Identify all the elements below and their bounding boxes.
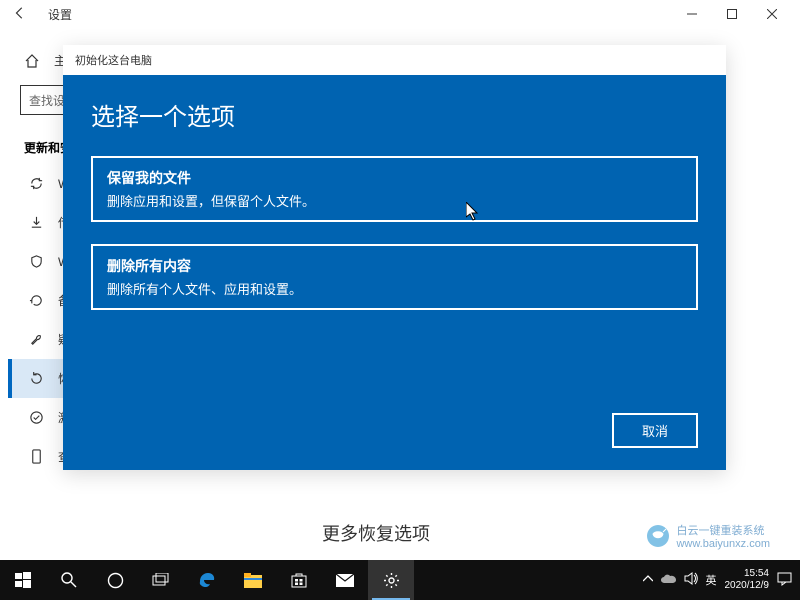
window-title: 设置	[48, 6, 72, 23]
dialog-titlebar: 初始化这台电脑	[63, 45, 726, 75]
settings-taskbar-button[interactable]	[368, 560, 414, 600]
cortana-button[interactable]	[92, 560, 138, 600]
phone-icon	[28, 449, 44, 464]
onedrive-icon[interactable]	[661, 573, 676, 587]
action-center-icon[interactable]	[777, 572, 792, 589]
recovery-icon	[28, 371, 44, 386]
option-title: 删除所有内容	[107, 256, 682, 276]
ime-indicator[interactable]: 英	[706, 572, 717, 588]
search-button[interactable]	[46, 560, 92, 600]
date: 2020/12/9	[725, 580, 770, 592]
shield-icon	[28, 254, 44, 269]
system-tray: 英 15:54 2020/12/9	[643, 568, 800, 592]
mail-button[interactable]	[322, 560, 368, 600]
volume-icon[interactable]	[684, 572, 698, 588]
reset-pc-dialog: 初始化这台电脑 选择一个选项 保留我的文件 删除应用和设置，但保留个人文件。 删…	[63, 45, 726, 470]
task-view-button[interactable]	[138, 560, 184, 600]
backup-icon	[28, 293, 44, 308]
option-remove-all[interactable]: 删除所有内容 删除所有个人文件、应用和设置。	[91, 244, 698, 310]
cancel-button[interactable]: 取消	[612, 413, 698, 448]
option-keep-files[interactable]: 保留我的文件 删除应用和设置，但保留个人文件。	[91, 156, 698, 222]
clock[interactable]: 15:54 2020/12/9	[725, 568, 770, 592]
minimize-button[interactable]	[672, 0, 712, 28]
maximize-button[interactable]	[712, 0, 752, 28]
edge-button[interactable]	[184, 560, 230, 600]
time: 15:54	[725, 568, 770, 580]
tray-chevron-icon[interactable]	[643, 574, 653, 586]
option-title: 保留我的文件	[107, 168, 682, 188]
close-button[interactable]	[752, 0, 792, 28]
dialog-title: 初始化这台电脑	[75, 52, 152, 68]
option-desc: 删除应用和设置，但保留个人文件。	[107, 191, 682, 210]
taskbar: 英 15:54 2020/12/9	[0, 560, 800, 600]
watermark: 白云一键重装系统 www.baiyunxz.com	[644, 522, 770, 550]
sync-icon	[28, 176, 44, 191]
option-desc: 删除所有个人文件、应用和设置。	[107, 279, 682, 298]
wrench-icon	[28, 332, 44, 347]
explorer-button[interactable]	[230, 560, 276, 600]
titlebar: 设置	[0, 0, 800, 28]
back-button[interactable]	[8, 6, 32, 23]
check-icon	[28, 410, 44, 425]
download-icon	[28, 215, 44, 230]
store-button[interactable]	[276, 560, 322, 600]
dialog-heading: 选择一个选项	[91, 97, 698, 132]
start-button[interactable]	[0, 560, 46, 600]
